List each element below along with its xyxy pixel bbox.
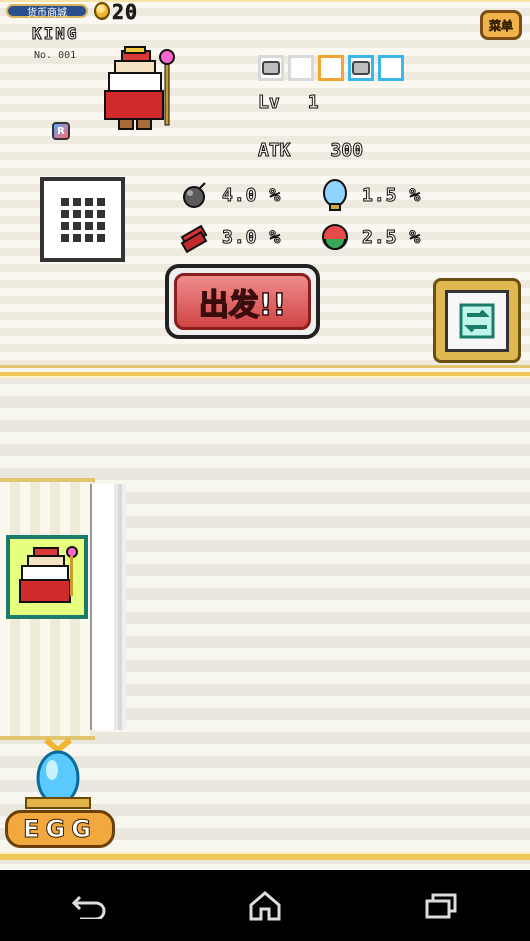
grid-select-button[interactable] <box>40 177 125 262</box>
bomb-icon <box>178 178 212 212</box>
depart-button-face: 出发!! <box>174 273 311 330</box>
egg-button[interactable]: EGG <box>5 810 115 848</box>
stat-dynamite-value: 3.0 % <box>221 226 282 248</box>
stat-bomb: 4.0 % <box>178 178 281 212</box>
cycle-icon <box>318 220 352 254</box>
stat-bomb-value: 4.0 % <box>221 184 282 206</box>
character-number: No. 001 <box>34 50 77 61</box>
home-icon[interactable] <box>235 886 295 926</box>
slot-1[interactable] <box>258 55 284 81</box>
level-display: Lv 1 <box>258 92 320 114</box>
slot-2[interactable] <box>288 55 314 81</box>
currency-shop-button[interactable]: 货币商城 <box>6 4 88 19</box>
equipment-slots <box>258 55 404 81</box>
slot-item-icon <box>262 61 280 75</box>
character-card-king[interactable] <box>6 535 88 619</box>
divider-line <box>0 372 530 378</box>
depart-button[interactable]: 出发!! <box>165 264 320 339</box>
menu-button[interactable]: 菜单 <box>480 10 522 40</box>
slot-item-icon <box>352 61 370 75</box>
stat-cycle-value: 2.5 % <box>361 226 422 248</box>
grid-icon <box>60 197 105 242</box>
bottom-divider <box>0 852 530 860</box>
rank-badge: R <box>52 122 70 140</box>
attack-display: ATK 300 <box>258 140 364 162</box>
depart-label: 出发!! <box>198 287 287 324</box>
king-portrait-icon <box>19 546 78 603</box>
recent-apps-icon[interactable] <box>412 886 472 926</box>
slot-4[interactable] <box>348 55 374 81</box>
atk-value: 300 <box>330 140 364 162</box>
level-label: Lv <box>258 92 281 114</box>
character-name: KING <box>32 24 79 44</box>
mirror-icon <box>318 178 352 212</box>
level-value: 1 <box>307 92 319 114</box>
egg-button-label: EGG <box>23 815 97 844</box>
recycle-bin-icon <box>445 289 509 352</box>
rank-badge-label: R <box>57 125 65 137</box>
slot-3[interactable] <box>318 55 344 81</box>
swap-bin-button[interactable] <box>433 278 521 363</box>
stat-mirror: 1.5 % <box>318 178 421 212</box>
back-icon[interactable] <box>58 886 118 926</box>
slot-5[interactable] <box>378 55 404 81</box>
currency-shop-label: 货币商城 <box>27 7 67 19</box>
android-navigation-bar <box>0 870 530 941</box>
egg-icon <box>18 732 100 812</box>
atk-label: ATK <box>258 140 292 162</box>
dynamite-icon <box>178 220 212 254</box>
stat-dynamite: 3.0 % <box>178 220 281 254</box>
coin-count: 20 <box>112 0 139 24</box>
king-character-sprite <box>95 45 180 135</box>
stat-cycle: 2.5 % <box>318 220 421 254</box>
shelf-edge <box>90 484 114 730</box>
menu-label: 菜单 <box>488 18 514 33</box>
coin-icon <box>94 2 110 20</box>
stat-mirror-value: 1.5 % <box>361 184 422 206</box>
